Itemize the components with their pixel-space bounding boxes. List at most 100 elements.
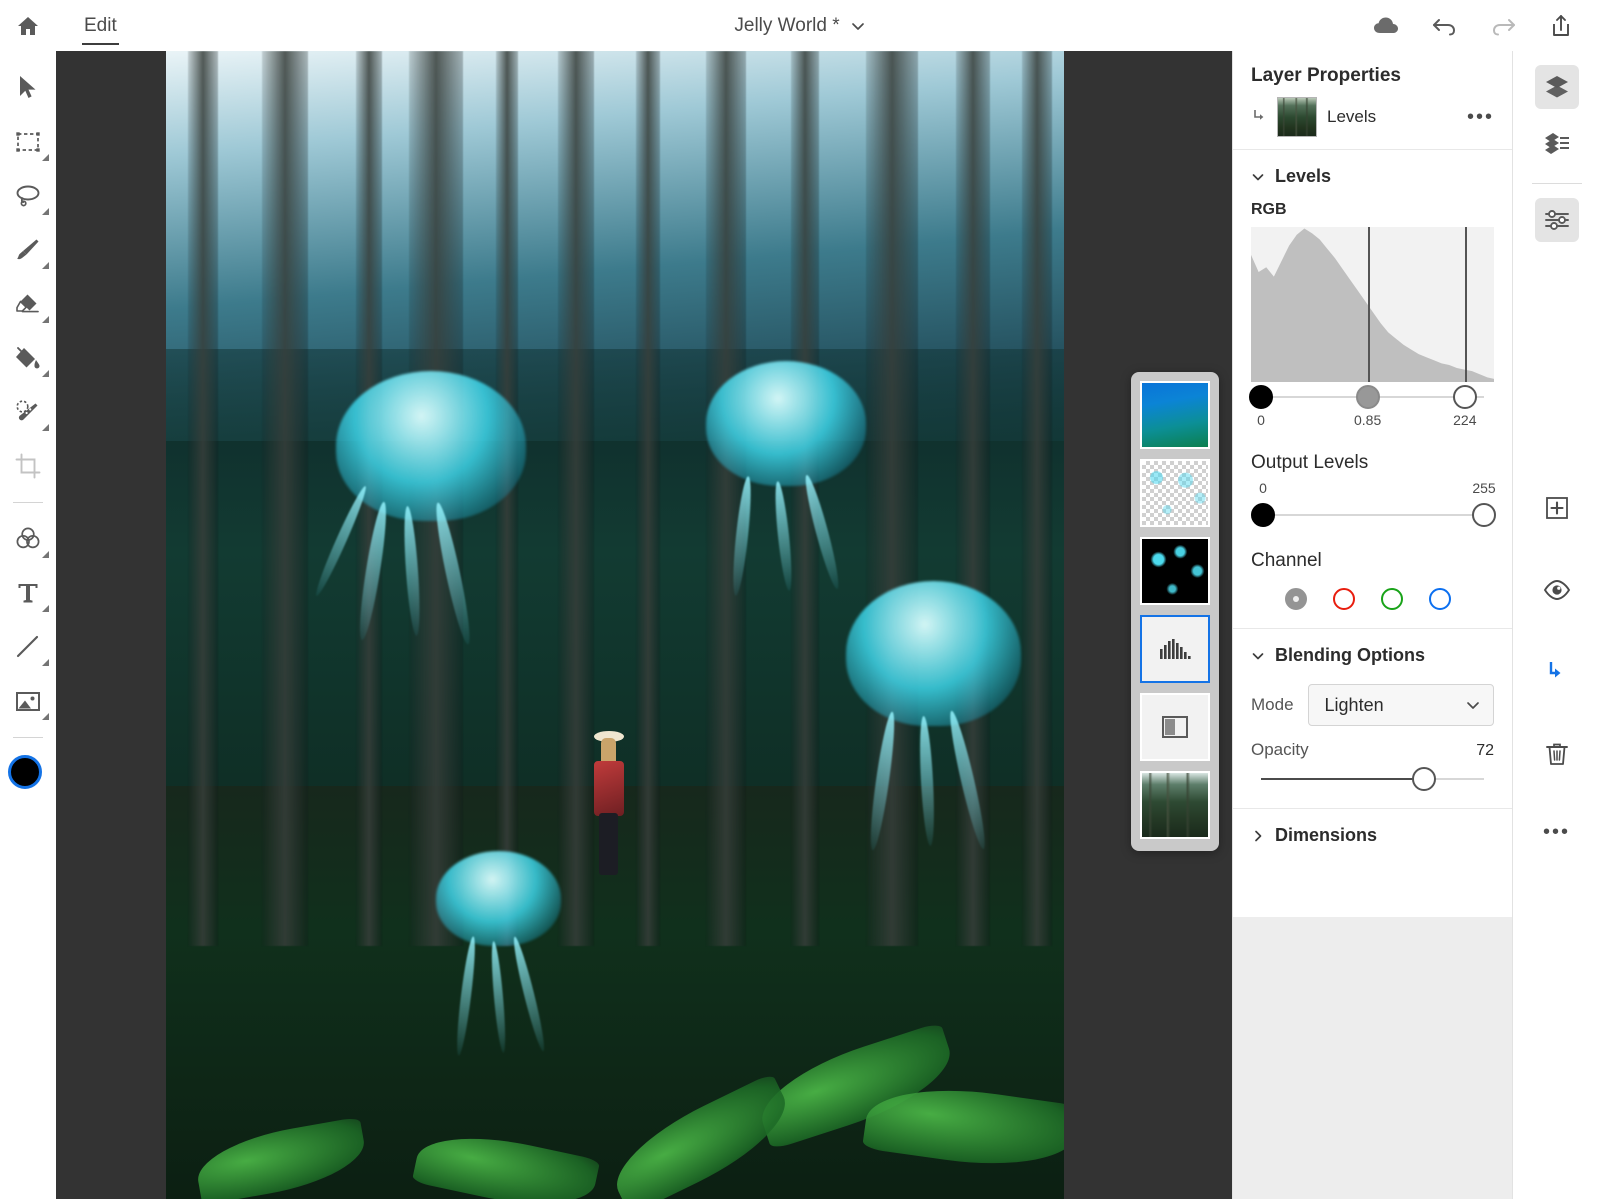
tool-brush[interactable] xyxy=(5,223,51,277)
channel-red-button[interactable] xyxy=(1333,588,1355,610)
layer-thumbnail[interactable] xyxy=(1140,459,1210,527)
home-button[interactable] xyxy=(0,0,56,51)
floating-layers-panel[interactable] xyxy=(1131,372,1219,851)
layer-item-photo[interactable] xyxy=(1135,768,1215,842)
tool-move[interactable] xyxy=(5,61,51,115)
layer-item-levels[interactable] xyxy=(1135,612,1215,686)
layer-thumbnail-selected[interactable] xyxy=(1140,615,1210,683)
channel-label: Channel xyxy=(1251,550,1322,571)
rail-layers-button[interactable] xyxy=(1534,65,1579,109)
output-max-value: 255 xyxy=(1472,480,1496,496)
blend-mode-row: Mode Lighten xyxy=(1233,676,1512,726)
photoshop-app-window: Edit Jelly World * Layer Properties Leve… xyxy=(0,0,1600,1199)
share-button[interactable] xyxy=(1546,11,1576,41)
tool-flyout-indicator xyxy=(42,605,49,612)
tool-crop[interactable] xyxy=(5,439,51,493)
layer-thumbnail[interactable] xyxy=(1277,97,1317,137)
levels-black-point-knob[interactable] xyxy=(1249,385,1273,409)
artwork-image[interactable] xyxy=(166,51,1064,1199)
tool-healing-brush[interactable] xyxy=(5,385,51,439)
clipping-mask-arrow-icon xyxy=(1549,662,1560,678)
histogram-white-marker xyxy=(1464,227,1467,382)
output-white-knob[interactable] xyxy=(1472,503,1496,527)
tab-edit-underline xyxy=(82,43,119,45)
tool-lasso[interactable] xyxy=(5,169,51,223)
section-header-dimensions[interactable]: Dimensions xyxy=(1233,809,1512,856)
rail-adjustments-button[interactable] xyxy=(1534,198,1579,242)
levels-histogram[interactable] xyxy=(1251,227,1494,382)
layer-item-jellyfish[interactable] xyxy=(1135,534,1215,608)
tool-line[interactable] xyxy=(5,620,51,674)
eye-icon xyxy=(1543,580,1570,600)
properties-panel: Layer Properties Levels ••• Levels RGB 0… xyxy=(1232,51,1513,1199)
foreground-color-swatch[interactable] xyxy=(8,755,42,789)
cloud-icon xyxy=(1374,17,1398,33)
tool-flyout-indicator xyxy=(42,659,49,666)
opacity-knob[interactable] xyxy=(1412,767,1436,791)
tool-place-image[interactable] xyxy=(5,674,51,728)
top-toolbar: Edit Jelly World * xyxy=(0,0,1600,51)
tool-flyout-indicator xyxy=(42,208,49,215)
section-header-blending[interactable]: Blending Options xyxy=(1233,629,1512,676)
page-title: Layer Properties xyxy=(1251,65,1401,86)
lasso-icon xyxy=(16,185,40,207)
paint-bucket-icon xyxy=(16,347,40,369)
channel-rgb-button[interactable] xyxy=(1285,588,1307,610)
section-title-levels: Levels xyxy=(1275,166,1332,186)
person-figure xyxy=(586,731,630,896)
opacity-label: Opacity xyxy=(1251,740,1309,759)
selected-layer-row[interactable]: Levels ••• xyxy=(1233,93,1512,150)
spot-healing-brush-icon xyxy=(16,400,38,421)
layer-name: Levels xyxy=(1327,107,1377,126)
properties-panel-empty-area xyxy=(1233,917,1513,1199)
canvas-workspace[interactable] xyxy=(56,51,1232,1199)
tab-edit[interactable]: Edit xyxy=(68,0,133,51)
levels-white-point-knob[interactable] xyxy=(1452,385,1477,409)
slider-track xyxy=(1261,514,1484,516)
layer-thumbnail[interactable] xyxy=(1140,693,1210,761)
rail-delete-button[interactable] xyxy=(1535,732,1579,776)
tool-flyout-indicator xyxy=(42,551,49,558)
document-menu-button[interactable] xyxy=(850,18,866,34)
rail-visibility-button[interactable] xyxy=(1535,568,1579,612)
levels-input-slider[interactable] xyxy=(1249,382,1494,412)
opacity-slider[interactable] xyxy=(1251,764,1494,794)
tool-eraser[interactable] xyxy=(5,277,51,331)
properties-panel-content: Layer Properties Levels ••• Levels RGB 0… xyxy=(1233,51,1512,917)
clipping-mask-arrow-icon xyxy=(1251,107,1267,127)
layer-item-gradient[interactable] xyxy=(1135,378,1215,452)
rail-clipping-mask-button[interactable] xyxy=(1535,650,1579,694)
channel-blue-button[interactable] xyxy=(1429,588,1451,610)
tool-type[interactable] xyxy=(5,566,51,620)
layer-more-options-button[interactable]: ••• xyxy=(1463,106,1498,129)
output-black-knob[interactable] xyxy=(1251,503,1275,527)
layer-thumbnail[interactable] xyxy=(1140,537,1210,605)
tool-paint-bucket[interactable] xyxy=(5,331,51,385)
blend-mode-select[interactable]: Lighten xyxy=(1307,684,1494,726)
layer-thumbnail[interactable] xyxy=(1140,381,1210,449)
layer-thumbnail[interactable] xyxy=(1140,771,1210,839)
tool-adjustments[interactable] xyxy=(5,512,51,566)
channel-green-button[interactable] xyxy=(1381,588,1403,610)
rail-more-button[interactable]: ••• xyxy=(1535,810,1579,854)
output-min-value: 0 xyxy=(1259,480,1267,496)
section-header-levels[interactable]: Levels xyxy=(1233,150,1512,197)
output-levels-slider[interactable] xyxy=(1251,500,1496,530)
plus-square-icon xyxy=(1545,497,1568,519)
background-color-swatch[interactable] xyxy=(14,786,46,818)
layer-item-contrast[interactable] xyxy=(1135,690,1215,764)
chevron-right-icon xyxy=(1255,830,1262,841)
document-title[interactable]: Jelly World * xyxy=(734,15,839,37)
levels-gamma-knob[interactable] xyxy=(1355,385,1380,409)
more-options-ellipsis-icon: ••• xyxy=(1542,820,1570,843)
rail-add-layer-button[interactable] xyxy=(1535,486,1579,530)
redo-button[interactable] xyxy=(1488,11,1518,41)
levels-gamma-value: 0.85 xyxy=(1354,412,1382,428)
tool-marquee[interactable] xyxy=(5,115,51,169)
chevron-down-icon xyxy=(1252,652,1264,659)
rail-layer-list-button[interactable] xyxy=(1535,121,1579,165)
undo-button[interactable] xyxy=(1430,11,1460,41)
layer-item-transparent[interactable] xyxy=(1135,456,1215,530)
cloud-sync-button[interactable] xyxy=(1372,11,1402,41)
levels-histogram-icon xyxy=(1160,639,1191,659)
